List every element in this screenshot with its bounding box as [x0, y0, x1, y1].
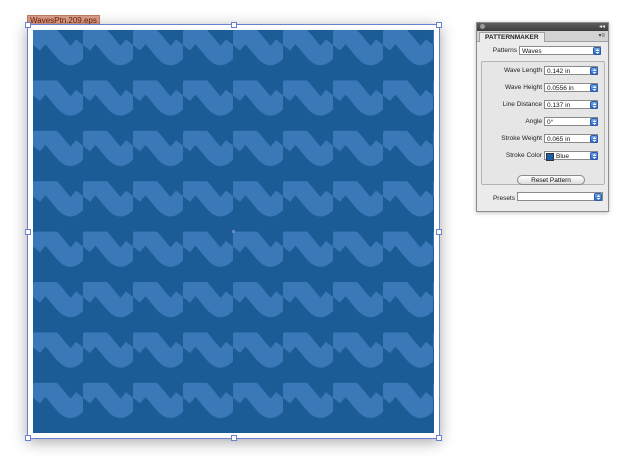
patternmaker-panel: ◂◂ PATTERNMAKER ▾≡ Patterns Waves Wave L… [476, 22, 609, 212]
color-swatch-icon [546, 152, 554, 161]
patterns-select[interactable]: Waves [519, 46, 601, 55]
selection-handle-middle-left[interactable] [25, 229, 31, 235]
stepper-icon[interactable] [594, 192, 602, 201]
panel-menu-icon[interactable]: ▾≡ [598, 32, 605, 40]
selection-center-point [232, 230, 235, 233]
selection-handle-top-center[interactable] [231, 22, 237, 28]
wave-length-label: Wave Length [503, 67, 542, 74]
selection-handle-bottom-right[interactable] [436, 435, 442, 441]
selection-handle-top-left[interactable] [25, 22, 31, 28]
stroke-color-label: Stroke Color [505, 152, 542, 159]
presets-label: Presets [492, 195, 515, 202]
stepper-icon[interactable] [590, 66, 598, 75]
selection-handle-top-right[interactable] [436, 22, 442, 28]
stepper-icon[interactable] [590, 134, 598, 143]
stepper-icon[interactable] [590, 151, 598, 160]
selection-handle-bottom-center[interactable] [231, 435, 237, 441]
panel-titlebar[interactable]: ◂◂ [477, 23, 608, 31]
angle-label: Angle [525, 118, 542, 125]
presets-select[interactable] [517, 192, 603, 201]
stepper-icon[interactable] [590, 83, 598, 92]
tab-patternmaker[interactable]: PATTERNMAKER [479, 32, 545, 42]
patterns-label: Patterns [492, 47, 517, 54]
collapse-icon[interactable]: ◂◂ [599, 23, 605, 31]
stroke-weight-label: Stroke Weight [501, 135, 542, 142]
panel-tab-row: PATTERNMAKER ▾≡ [477, 31, 608, 42]
reset-pattern-button[interactable]: Reset Pattern [517, 175, 585, 185]
selection-handle-bottom-left[interactable] [25, 435, 31, 441]
stepper-icon[interactable] [590, 117, 598, 126]
stepper-icon[interactable] [590, 100, 598, 109]
settings-group: Wave Length 0.142 in Wave Height 0.0556 … [481, 61, 605, 185]
wave-height-label: Wave Height [505, 84, 542, 91]
line-distance-label: Line Distance [502, 101, 542, 108]
stroke-color-value: Blue [556, 153, 570, 160]
artboard[interactable] [25, 22, 442, 441]
close-icon[interactable] [480, 24, 485, 29]
stepper-icon[interactable] [593, 46, 601, 55]
selection-handle-middle-right[interactable] [436, 229, 442, 235]
